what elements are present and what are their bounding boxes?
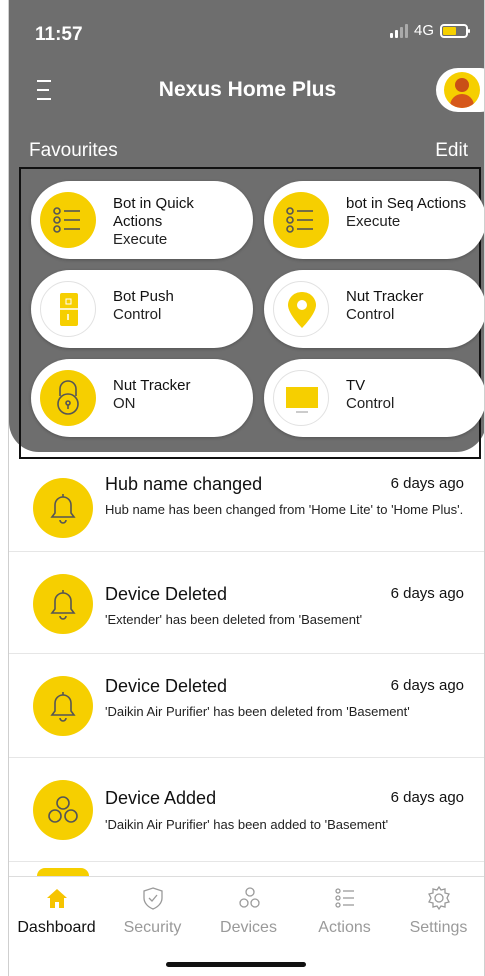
- home-indicator[interactable]: [166, 962, 306, 967]
- bell-icon: [33, 676, 93, 736]
- favourite-name: Nut Tracker: [346, 288, 424, 305]
- favourites-grid: Bot in Quick Actions Execute bot in Seq A…: [19, 167, 484, 459]
- actions-list-icon: [40, 192, 96, 248]
- tab-label: Dashboard: [17, 919, 96, 936]
- partial-notification-icon: [37, 868, 89, 876]
- devices-icon: [33, 780, 93, 840]
- notification-time: 6 days ago: [390, 789, 464, 806]
- notification-time: 6 days ago: [390, 475, 464, 492]
- bot-push-icon: [40, 281, 96, 337]
- tab-actions[interactable]: Actions: [297, 885, 392, 937]
- tab-devices[interactable]: Devices: [201, 885, 296, 937]
- tab-label: Settings: [409, 919, 468, 936]
- notification-message: 'Daikin Air Purifier' has been deleted f…: [105, 704, 410, 719]
- favourite-name: Bot in Quick Actions: [113, 195, 194, 230]
- app-screen: 11:57 4G Nexus Home Plus Favourites Edit…: [8, 0, 485, 976]
- notification-item[interactable]: Hub name changed 6 days ago Hub name has…: [9, 458, 484, 552]
- signal-icon: [389, 23, 408, 38]
- profile-button[interactable]: [436, 68, 484, 112]
- status-indicators: 4G: [389, 22, 470, 39]
- favourite-status: ON: [113, 395, 136, 412]
- home-icon: [46, 889, 67, 908]
- tab-settings[interactable]: Settings: [391, 885, 484, 937]
- actions-list-icon: [334, 888, 354, 908]
- status-bar: 11:57 4G: [9, 0, 484, 62]
- edit-button[interactable]: Edit: [435, 140, 468, 162]
- favourite-status: Execute: [113, 231, 168, 248]
- favourite-card[interactable]: bot in Seq Actions Execute: [264, 181, 484, 259]
- notification-title: Device Added: [105, 788, 217, 808]
- favourites-label: Favourites: [29, 140, 118, 161]
- shield-icon: [142, 887, 163, 910]
- favourite-name: Nut Tracker: [113, 377, 191, 394]
- favourite-status: Control: [113, 306, 162, 323]
- tab-security[interactable]: Security: [105, 885, 200, 937]
- notification-message: Hub name has been changed from 'Home Lit…: [105, 502, 464, 517]
- tab-label: Devices: [220, 919, 277, 936]
- location-pin-icon: [273, 281, 329, 337]
- favourite-name: TV: [346, 377, 366, 394]
- favourite-card[interactable]: Nut Tracker ON: [31, 359, 253, 437]
- avatar-icon: [444, 72, 480, 108]
- actions-list-icon: [273, 192, 329, 248]
- notification-time: 6 days ago: [390, 585, 464, 602]
- notification-item[interactable]: Device Deleted 6 days ago 'Daikin Air Pu…: [9, 654, 484, 758]
- status-time: 11:57: [35, 24, 83, 45]
- favourite-status: Execute: [346, 213, 401, 230]
- favourite-card[interactable]: Nut Tracker Control: [264, 270, 484, 348]
- bell-icon: [33, 478, 93, 538]
- notification-item[interactable]: Device Added 6 days ago 'Daikin Air Puri…: [9, 758, 484, 862]
- tv-icon: [273, 370, 329, 426]
- page-title: Nexus Home Plus: [158, 78, 337, 101]
- favourite-card[interactable]: TV Control: [264, 359, 484, 437]
- battery-icon: [440, 23, 470, 38]
- favourite-status: Control: [346, 395, 395, 412]
- notification-item[interactable]: Device Deleted 6 days ago 'Extender' has…: [9, 552, 484, 654]
- notification-message: 'Daikin Air Purifier' has been added to …: [105, 817, 389, 832]
- bell-icon: [33, 574, 93, 634]
- tab-label: Security: [123, 919, 182, 936]
- network-label: 4G: [413, 22, 434, 39]
- tab-dashboard[interactable]: Dashboard: [9, 885, 104, 937]
- favourite-card[interactable]: Bot in Quick Actions Execute: [31, 181, 253, 259]
- favourite-name: Bot Push: [113, 288, 174, 305]
- notification-title: Device Deleted: [105, 676, 228, 696]
- notification-time: 6 days ago: [390, 677, 464, 694]
- favourite-card[interactable]: Bot Push Control: [31, 270, 253, 348]
- lock-icon: [40, 370, 96, 426]
- notification-message: 'Extender' has been deleted from 'Baseme…: [105, 612, 363, 627]
- notification-title: Hub name changed: [105, 474, 263, 494]
- notification-title: Device Deleted: [105, 584, 228, 604]
- tab-label: Actions: [318, 919, 371, 936]
- gear-icon: [427, 885, 450, 911]
- tab-bar: Dashboard Security Devices Actions Setti…: [9, 876, 484, 976]
- devices-icon: [238, 887, 260, 908]
- favourite-status: Control: [346, 306, 395, 323]
- favourite-name: bot in Seq Actions: [346, 195, 467, 212]
